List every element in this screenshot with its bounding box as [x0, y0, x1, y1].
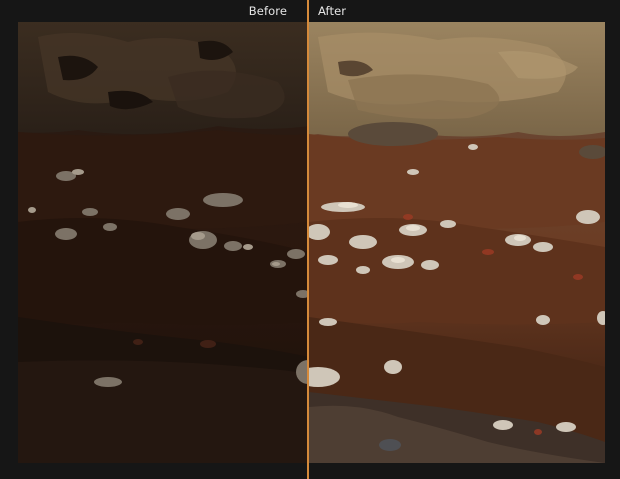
compare-divider-handle[interactable]	[303, 0, 312, 479]
after-label: After	[318, 4, 347, 18]
after-image	[309, 22, 605, 463]
before-after-compare-view: Before After	[0, 0, 620, 479]
before-label: Before	[248, 4, 287, 18]
compare-divider-line	[307, 0, 309, 479]
before-image	[18, 22, 309, 463]
